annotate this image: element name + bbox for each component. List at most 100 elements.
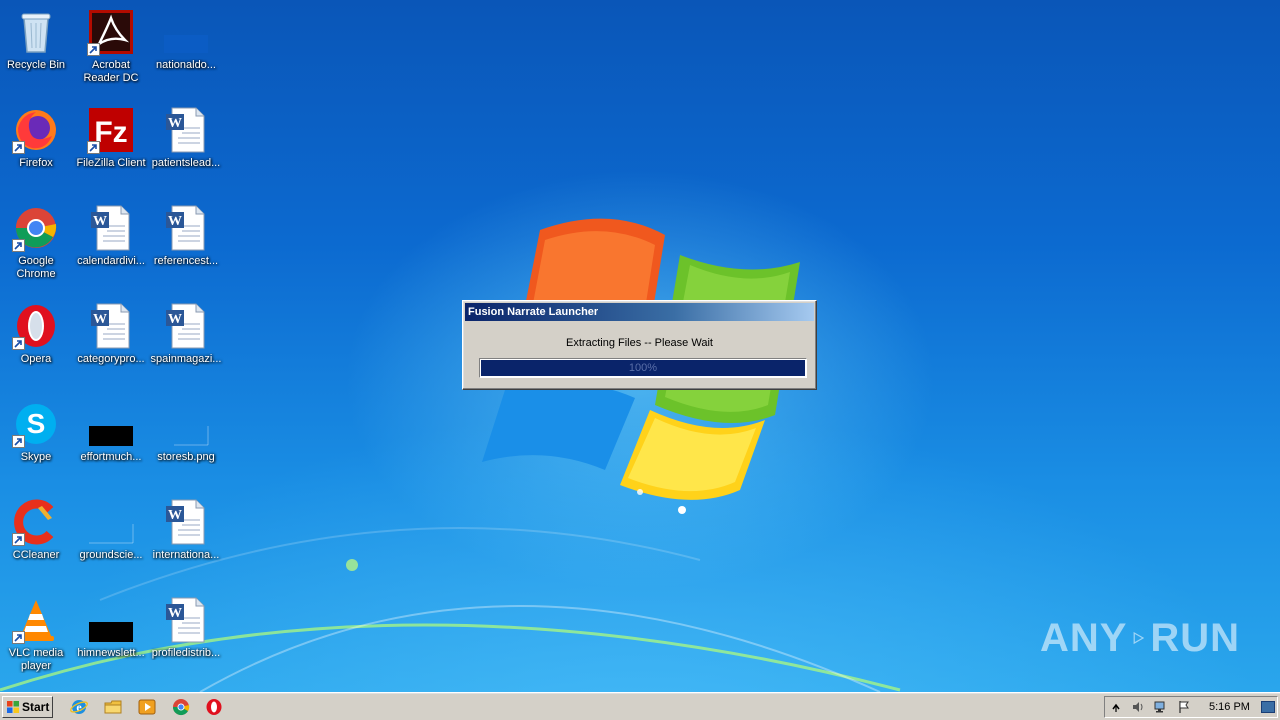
chrome-icon <box>172 699 190 716</box>
clock[interactable]: 5:16 PM <box>1209 701 1250 713</box>
desktop-icon-referencest[interactable]: W referencest... <box>148 200 224 292</box>
word-doc-icon: W <box>162 498 210 546</box>
icon-label: nationaldo... <box>156 59 216 71</box>
desktop-icon-spainmagazi[interactable]: W spainmagazi... <box>148 298 224 390</box>
icon-label: calendardivi... <box>77 255 145 267</box>
network-button[interactable] <box>1153 700 1167 714</box>
vlc-icon <box>12 596 60 644</box>
icon-label: Skype <box>20 451 52 463</box>
icon-label: internationa... <box>152 549 220 561</box>
ccleaner-icon <box>12 498 60 546</box>
desktop-icon-effortmuch[interactable]: effortmuch... <box>73 396 149 488</box>
icon-label: VLC media player <box>8 647 64 672</box>
icon-label: FileZilla Client <box>76 157 146 169</box>
svg-text:W: W <box>168 508 182 523</box>
desktop-icon-profiledistrib[interactable]: W profiledistrib... <box>148 592 224 684</box>
icon-label: Opera <box>20 353 52 365</box>
quicklaunch-opera[interactable] <box>205 698 223 716</box>
volume-button[interactable] <box>1131 700 1145 714</box>
filezilla-icon: Fz <box>87 106 135 154</box>
desktop-icon-calendardivi[interactable]: W calendardivi... <box>73 200 149 292</box>
svg-text:W: W <box>168 606 182 621</box>
quicklaunch-explorer[interactable] <box>104 698 122 716</box>
icon-label: himnewslett... <box>77 647 145 659</box>
opera-icon <box>12 302 60 350</box>
show-hidden-icon <box>1112 703 1120 712</box>
flag-icon <box>1179 701 1189 713</box>
blank-file-icon <box>162 8 210 56</box>
skype-icon: S <box>12 400 60 448</box>
desktop-icon-skype[interactable]: S Skype <box>0 396 74 488</box>
desktop-icon-recycle-bin[interactable]: Recycle Bin <box>0 4 74 96</box>
desktop-icon-storesb[interactable]: storesb.png <box>148 396 224 488</box>
dialog-title-bar[interactable]: Fusion Narrate Launcher <box>465 303 814 321</box>
word-doc-icon: W <box>87 204 135 252</box>
fusion-narrate-launcher-dialog[interactable]: Fusion Narrate Launcher Extracting Files… <box>462 300 817 390</box>
svg-text:W: W <box>93 214 107 229</box>
icon-label: profiledistrib... <box>151 647 221 659</box>
desktop-icon-himnewslett[interactable]: himnewslett... <box>73 592 149 684</box>
icon-label: Recycle Bin <box>6 59 66 71</box>
desktop-icon-filezilla[interactable]: Fz FileZilla Client <box>73 102 149 194</box>
svg-text:W: W <box>168 214 182 229</box>
blank-file-icon <box>162 400 210 448</box>
icon-label: Google Chrome <box>16 255 56 280</box>
word-doc-icon: W <box>162 302 210 350</box>
icon-label: patientslead... <box>151 157 221 169</box>
quicklaunch-chrome[interactable] <box>172 698 190 716</box>
shortcut-arrow-icon <box>12 533 25 546</box>
black-image-icon <box>87 400 135 448</box>
start-button[interactable]: Start <box>2 696 53 718</box>
shortcut-arrow-icon <box>12 631 25 644</box>
action-center-button[interactable] <box>1177 700 1191 714</box>
anyrun-watermark: ANY RUN <box>1040 608 1240 668</box>
watermark-text-left: ANY <box>1040 615 1128 660</box>
media-player-icon <box>138 699 156 715</box>
dialog-message: Extracting Files -- Please Wait <box>566 337 713 349</box>
shortcut-arrow-icon <box>12 337 25 350</box>
word-doc-icon: W <box>162 596 210 644</box>
icon-label: categorypro... <box>77 353 145 365</box>
svg-text:W: W <box>168 312 182 327</box>
recycle-bin-icon <box>12 8 60 56</box>
quicklaunch-media-player[interactable] <box>138 698 156 716</box>
desktop-icon-opera[interactable]: Opera <box>0 298 74 390</box>
shortcut-arrow-icon <box>87 141 100 154</box>
show-hidden-icons-button[interactable] <box>1109 700 1123 714</box>
desktop-icon-ccleaner[interactable]: CCleaner <box>0 494 74 586</box>
word-doc-icon: W <box>162 204 210 252</box>
black-image-icon <box>87 596 135 644</box>
volume-icon <box>1133 702 1143 712</box>
desktop-icon-nationaldo[interactable]: nationaldo... <box>148 4 224 96</box>
desktop-icon-acrobat-reader[interactable]: Acrobat Reader DC <box>73 4 149 96</box>
desktop-icon-internationa[interactable]: W internationa... <box>148 494 224 586</box>
desktop-icon-patientslead[interactable]: W patientslead... <box>148 102 224 194</box>
icon-label: spainmagazi... <box>150 353 222 365</box>
desktop-icon-vlc[interactable]: VLC media player <box>0 592 74 684</box>
acrobat-icon <box>87 8 135 56</box>
desktop[interactable]: Recycle Bin Firefox Google Chrome Opera … <box>0 0 1280 692</box>
shortcut-arrow-icon <box>12 435 25 448</box>
shortcut-arrow-icon <box>12 141 25 154</box>
word-doc-icon: W <box>162 106 210 154</box>
svg-text:W: W <box>93 312 107 327</box>
show-desktop-button[interactable] <box>1261 701 1275 713</box>
icon-label: referencest... <box>153 255 219 267</box>
desktop-icon-google-chrome[interactable]: Google Chrome <box>0 200 74 292</box>
icon-label: Firefox <box>19 157 53 169</box>
desktop-icon-firefox[interactable]: Firefox <box>0 102 74 194</box>
folder-icon <box>104 700 122 714</box>
icon-label: Acrobat Reader DC <box>83 59 139 84</box>
svg-text:S: S <box>27 408 46 439</box>
extract-progress-bar: 100% <box>479 358 807 378</box>
firefox-icon <box>12 106 60 154</box>
quicklaunch-ie[interactable]: e <box>70 698 88 716</box>
desktop-icon-groundscie[interactable]: groundscie... <box>73 494 149 586</box>
desktop-icon-categorypro[interactable]: W categorypro... <box>73 298 149 390</box>
progress-percent: 100% <box>628 362 658 374</box>
icon-label: CCleaner <box>12 549 60 561</box>
icon-label: storesb.png <box>157 451 215 463</box>
blank-file-icon <box>87 498 135 546</box>
windows-flag-icon <box>7 701 19 713</box>
system-tray: 5:16 PM <box>1104 696 1278 718</box>
